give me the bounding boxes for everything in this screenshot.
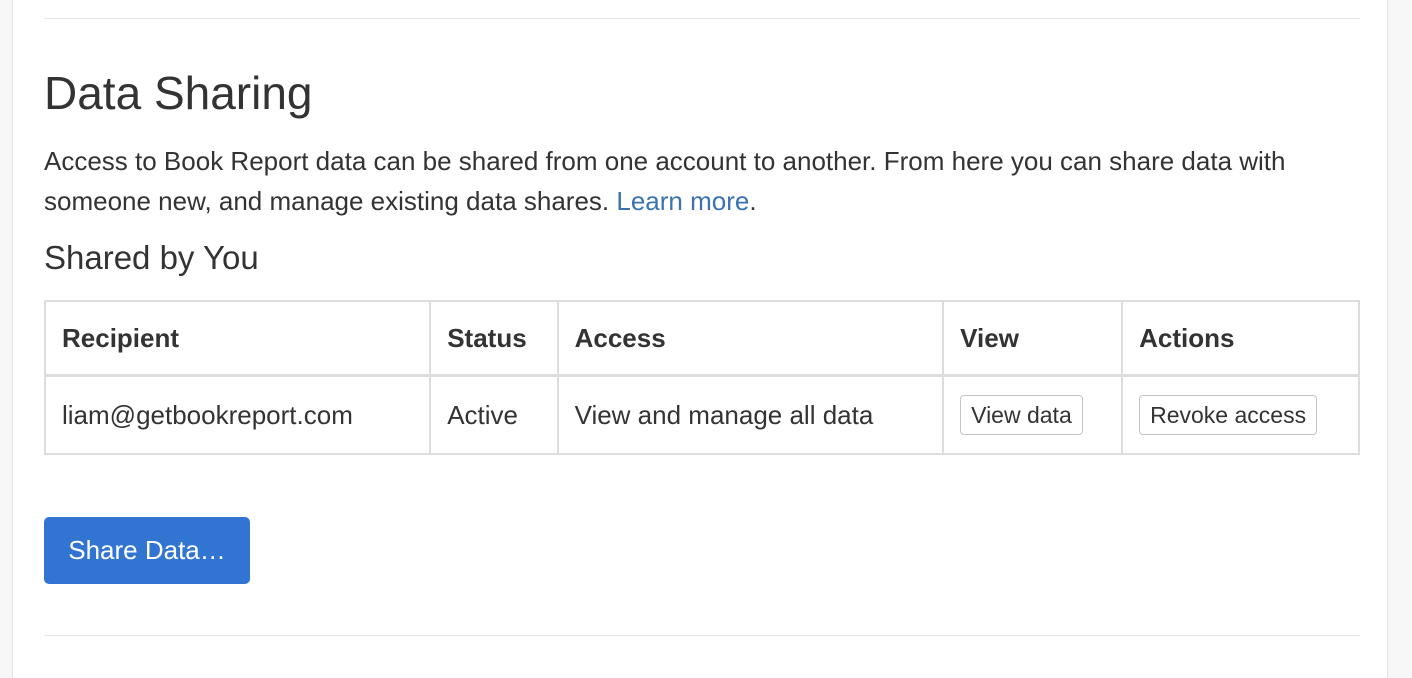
section-description: Access to Book Report data can be shared… <box>44 141 1344 221</box>
revoke-access-button[interactable]: Revoke access <box>1139 395 1318 435</box>
column-header-recipient: Recipient <box>43 300 432 377</box>
top-divider <box>44 18 1360 19</box>
view-data-button[interactable]: View data <box>960 395 1083 435</box>
section-title: Data Sharing <box>44 67 313 119</box>
column-header-status: Status <box>429 300 559 377</box>
bottom-divider <box>44 635 1360 636</box>
table-header-row: Recipient Status Access View Actions <box>43 300 1360 377</box>
column-header-actions: Actions <box>1121 300 1360 377</box>
shares-table: Recipient Status Access View Actions lia… <box>43 300 1360 455</box>
access-cell: View and manage all data <box>556 374 945 455</box>
actions-cell: Revoke access <box>1121 374 1360 455</box>
share-data-button[interactable]: Share Data… <box>44 517 250 584</box>
view-cell: View data <box>942 374 1124 455</box>
description-end: . <box>749 186 757 216</box>
status-cell: Active <box>429 374 559 455</box>
shared-by-you-heading: Shared by You <box>44 239 259 276</box>
recipient-cell: liam@getbookreport.com <box>43 374 432 455</box>
data-sharing-panel: Data Sharing Access to Book Report data … <box>12 0 1388 678</box>
table-row: liam@getbookreport.com Active View and m… <box>43 374 1360 455</box>
column-header-access: Access <box>556 300 945 377</box>
learn-more-link[interactable]: Learn more <box>616 186 749 216</box>
column-header-view: View <box>942 300 1124 377</box>
